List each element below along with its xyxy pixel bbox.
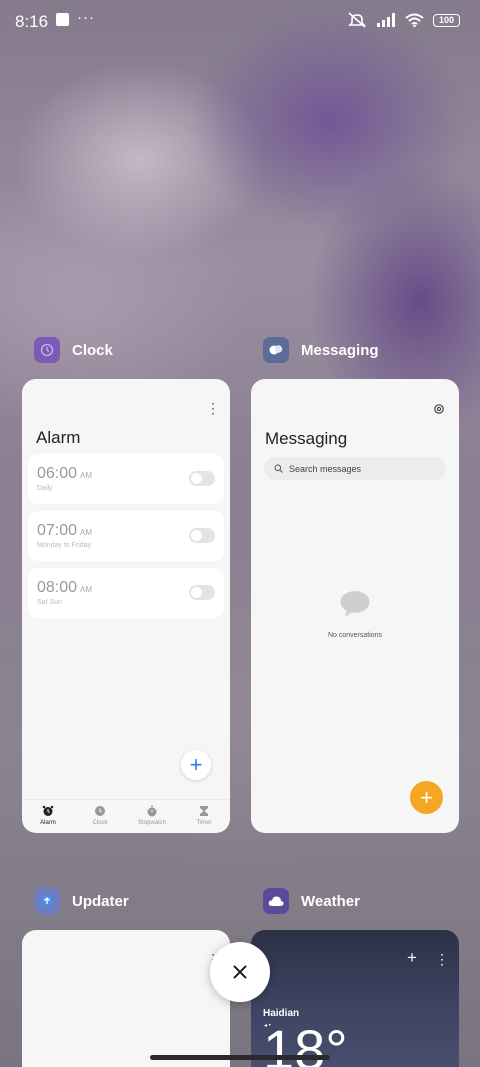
hourglass-icon	[200, 806, 208, 816]
search-input[interactable]: Search messages	[264, 457, 446, 480]
clock-app-card[interactable]: ⋮ Alarm 06:00 AM Daily 07:00 AM Monday to …	[22, 379, 230, 833]
alarm-repeat: Monday to Friday	[37, 542, 92, 549]
alarm-item[interactable]: 06:00 AM Daily	[28, 454, 224, 504]
alarm-toggle[interactable]	[189, 471, 215, 486]
stopwatch-icon	[147, 805, 157, 817]
app-name-weather: Weather	[301, 892, 360, 910]
alarm-ampm: AM	[80, 585, 93, 594]
battery-icon: 100	[433, 13, 460, 27]
weather-app-icon	[263, 888, 289, 914]
more-notifications-icon: ···	[77, 9, 95, 26]
alarm-toggle[interactable]	[189, 528, 215, 543]
alarm-ampm: AM	[80, 528, 93, 537]
clock-bottom-nav: Alarm Clock Stopwatch Timer	[22, 799, 230, 833]
weather-temperature: 18°	[263, 1018, 348, 1067]
updater-app-icon	[34, 888, 60, 914]
weather-app-card[interactable]: + ⋮ Haidian ◂ • 18°	[251, 930, 459, 1067]
alarm-time: 08:00	[37, 579, 78, 596]
app-name-messaging: Messaging	[301, 341, 379, 359]
add-alarm-button[interactable]: +	[181, 750, 211, 780]
alarm-time: 07:00	[37, 522, 78, 539]
tab-clock[interactable]: Clock	[74, 800, 126, 833]
tab-alarm-label: Alarm	[40, 820, 56, 826]
app-name-clock: Clock	[72, 341, 113, 359]
plus-icon: +	[420, 784, 433, 810]
alarm-item[interactable]: 08:00 AM Sat Sun	[28, 568, 224, 618]
alarm-time: 06:00	[37, 465, 78, 482]
alarm-repeat: Daily	[37, 485, 53, 492]
notification-icon	[56, 13, 69, 26]
app-header-clock[interactable]: Clock	[34, 337, 113, 363]
alarm-toggle[interactable]	[189, 585, 215, 600]
alarm-ampm: AM	[80, 471, 93, 480]
tab-timer-label: Timer	[196, 820, 212, 826]
more-options-icon[interactable]: ⋮	[435, 952, 449, 966]
app-header-weather[interactable]: Weather	[263, 888, 360, 914]
app-name-updater: Updater	[72, 892, 129, 910]
wifi-icon	[405, 13, 424, 27]
updater-app-card[interactable]: ⋮	[22, 930, 230, 1067]
chat-bubble-icon	[340, 591, 370, 617]
plus-icon: +	[189, 752, 203, 777]
search-placeholder: Search messages	[289, 463, 362, 474]
tab-stopwatch-label: Stopwatch	[137, 820, 167, 826]
messaging-app-card[interactable]: Messaging Search messages No conversatio…	[251, 379, 459, 833]
mute-icon	[348, 12, 366, 28]
search-icon	[274, 464, 283, 473]
tab-alarm[interactable]: Alarm	[22, 800, 74, 833]
close-icon	[233, 965, 247, 979]
tab-timer[interactable]: Timer	[178, 800, 230, 833]
tab-clock-label: Clock	[92, 820, 108, 826]
more-options-icon[interactable]: ⋮	[206, 401, 220, 415]
messaging-app-icon	[263, 337, 289, 363]
tab-stopwatch[interactable]: Stopwatch	[126, 800, 178, 833]
signal-icon	[377, 13, 395, 27]
clock-icon	[95, 806, 105, 816]
alarm-icon	[42, 805, 54, 816]
status-time: 8:16	[15, 12, 49, 31]
alarm-title: Alarm	[36, 428, 81, 447]
new-message-button[interactable]: +	[410, 781, 443, 814]
app-header-updater[interactable]: Updater	[34, 888, 129, 914]
app-header-messaging[interactable]: Messaging	[263, 337, 379, 363]
settings-icon[interactable]	[433, 403, 445, 415]
status-bar: 8:16 ··· 100	[0, 0, 480, 42]
home-indicator[interactable]	[150, 1055, 330, 1060]
alarm-repeat: Sat Sun	[37, 599, 62, 606]
clear-all-button[interactable]	[210, 942, 270, 1002]
alarm-item[interactable]: 07:00 AM Monday to Friday	[28, 511, 224, 561]
clock-app-icon	[34, 337, 60, 363]
add-city-icon[interactable]: +	[407, 949, 417, 966]
messaging-title: Messaging	[265, 429, 348, 448]
empty-state-text: No conversations	[327, 632, 383, 639]
